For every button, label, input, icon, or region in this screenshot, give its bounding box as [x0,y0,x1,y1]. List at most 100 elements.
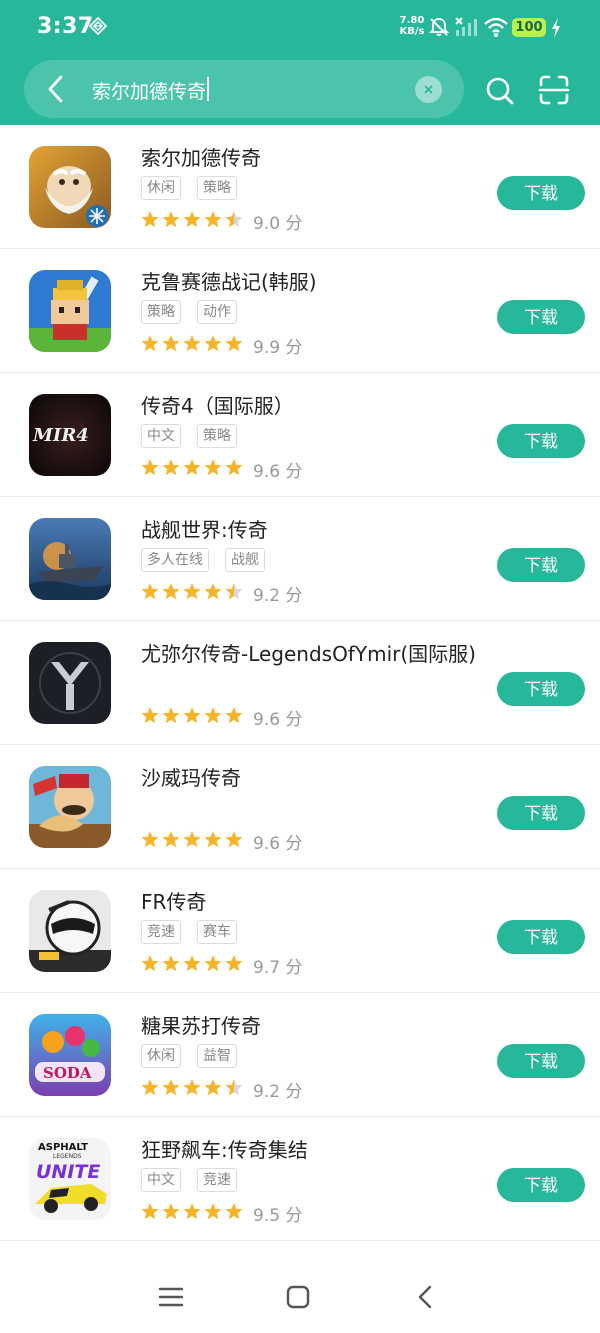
star-icon [225,707,243,724]
download-button[interactable]: 下载 [497,548,585,582]
download-button[interactable]: 下载 [497,176,585,210]
top-header: 3:37 7.80 KB/s 100 [0,0,600,125]
app-row[interactable]: FR传奇 竞速 赛车 9.7 分 下载 [0,869,600,993]
tag-list: 休闲 益智 [141,1044,253,1068]
star-icon [183,459,201,476]
back-nav-icon[interactable] [411,1282,441,1312]
star-icon [204,211,222,228]
star-icon [225,1203,243,1220]
mir4-icon[interactable]: MIR4 [29,394,111,476]
status-time: 3:37 [37,14,94,39]
candy-soda-icon[interactable]: SODA [29,1014,111,1096]
app-name: 糖果苏打传奇 [141,1014,261,1038]
status-bar: 3:37 7.80 KB/s 100 [0,0,600,56]
tag-list: 休闲 策略 [141,176,253,200]
saltgard-icon[interactable] [29,146,111,228]
clear-icon[interactable] [415,76,442,103]
star-icon [141,335,159,352]
star-icon [141,583,159,600]
download-button[interactable]: 下载 [497,424,585,458]
star-icon [225,583,243,600]
star-rating [141,1079,243,1096]
app-row[interactable]: 战舰世界:传奇 多人在线 战舰 9.2 分 下载 [0,497,600,621]
tag-list: 中文 竞速 [141,1168,253,1192]
star-icon [204,707,222,724]
star-icon [204,335,222,352]
app-row[interactable]: 索尔加德传奇 休闲 策略 9.0 分 下载 [0,125,600,249]
app-name: 战舰世界:传奇 [141,518,268,542]
star-icon [141,1079,159,1096]
app-tag: 策略 [141,300,181,324]
star-icon [183,1079,201,1096]
fr-legends-icon[interactable] [29,890,111,972]
app-tag: 中文 [141,1168,181,1192]
star-icon [225,459,243,476]
star-icon [204,1203,222,1220]
download-button[interactable]: 下载 [497,300,585,334]
star-icon [183,831,201,848]
download-button[interactable]: 下载 [497,672,585,706]
star-icon [162,707,180,724]
star-icon [225,335,243,352]
app-row[interactable]: MIR4 传奇4（国际服） 中文 策略 9.6 分 下载 [0,373,600,497]
app-row[interactable]: ASPHALT LEGENDS UNITE 狂野飙车:传奇集结 中文 竞速 9.5… [0,1117,600,1241]
star-icon [162,955,180,972]
app-name: 克鲁赛德战记(韩服) [141,270,317,294]
app-row[interactable]: 沙威玛传奇 9.6 分 下载 [0,745,600,869]
star-icon [183,707,201,724]
app-name: 沙威玛传奇 [141,766,241,790]
download-button[interactable]: 下载 [497,1044,585,1078]
star-icon [183,583,201,600]
asphalt-unite-icon[interactable]: ASPHALT LEGENDS UNITE [29,1138,111,1220]
app-row[interactable]: SODA 糖果苏打传奇 休闲 益智 9.2 分 下载 [0,993,600,1117]
warships-icon[interactable] [29,518,111,600]
app-tag: 休闲 [141,1044,181,1068]
asphalt-logo-text: ASPHALT [38,1142,88,1153]
net-speed: 7.80 KB/s [398,15,426,37]
star-icon [162,335,180,352]
back-icon[interactable] [44,74,70,104]
app-name: FR传奇 [141,890,207,914]
app-score: 9.2 分 [253,586,303,606]
star-icon [225,1079,243,1096]
tag-list: 多人在线 战舰 [141,548,281,572]
app-score: 9.7 分 [253,958,303,978]
star-icon [162,583,180,600]
star-icon [225,955,243,972]
app-row[interactable]: 尤弥尔传奇-LegendsOfYmir(国际服) 9.6 分 下载 [0,621,600,745]
app-tag: 策略 [197,424,237,448]
star-icon [204,955,222,972]
star-rating [141,335,243,352]
star-icon [225,831,243,848]
app-score: 9.5 分 [253,1206,303,1226]
menu-icon[interactable] [156,1282,186,1312]
tag-list: 竞速 赛车 [141,920,253,944]
download-button[interactable]: 下载 [497,796,585,830]
crusaders-icon[interactable] [29,270,111,352]
mir4-logo-text: MIR4 [32,425,89,446]
star-icon [141,831,159,848]
star-icon [141,211,159,228]
star-icon [141,459,159,476]
search-input[interactable] [92,76,402,104]
scan-icon[interactable] [538,74,570,106]
star-icon [204,1079,222,1096]
app-score: 9.0 分 [253,214,303,234]
star-rating [141,707,243,724]
app-row[interactable]: 克鲁赛德战记(韩服) 策略 动作 9.9 分 下载 [0,249,600,373]
app-score: 9.9 分 [253,338,303,358]
ymir-icon[interactable] [29,642,111,724]
charging-icon [552,18,560,38]
download-button[interactable]: 下载 [497,1168,585,1202]
download-button[interactable]: 下载 [497,920,585,954]
text-caret [207,77,209,101]
net-speed-value: 7.80 [399,15,425,26]
shawarma-icon[interactable] [29,766,111,848]
app-tag: 竞速 [197,1168,237,1192]
home-icon[interactable] [283,1282,313,1312]
app-tag: 赛车 [197,920,237,944]
app-name: 传奇4（国际服） [141,394,294,418]
star-icon [204,583,222,600]
star-rating [141,583,243,600]
search-icon[interactable] [485,76,515,106]
